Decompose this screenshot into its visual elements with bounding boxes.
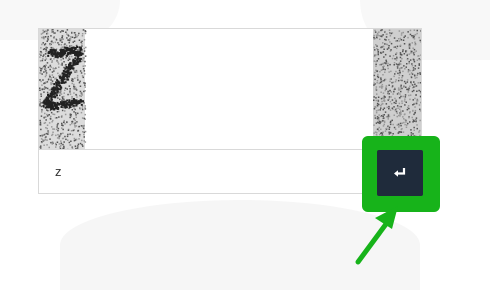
submit-button[interactable] — [377, 150, 423, 196]
enter-return-icon — [393, 168, 407, 179]
captcha-answer-input[interactable] — [39, 150, 359, 193]
captcha-image — [39, 29, 421, 150]
captcha-noise-image — [39, 29, 421, 149]
